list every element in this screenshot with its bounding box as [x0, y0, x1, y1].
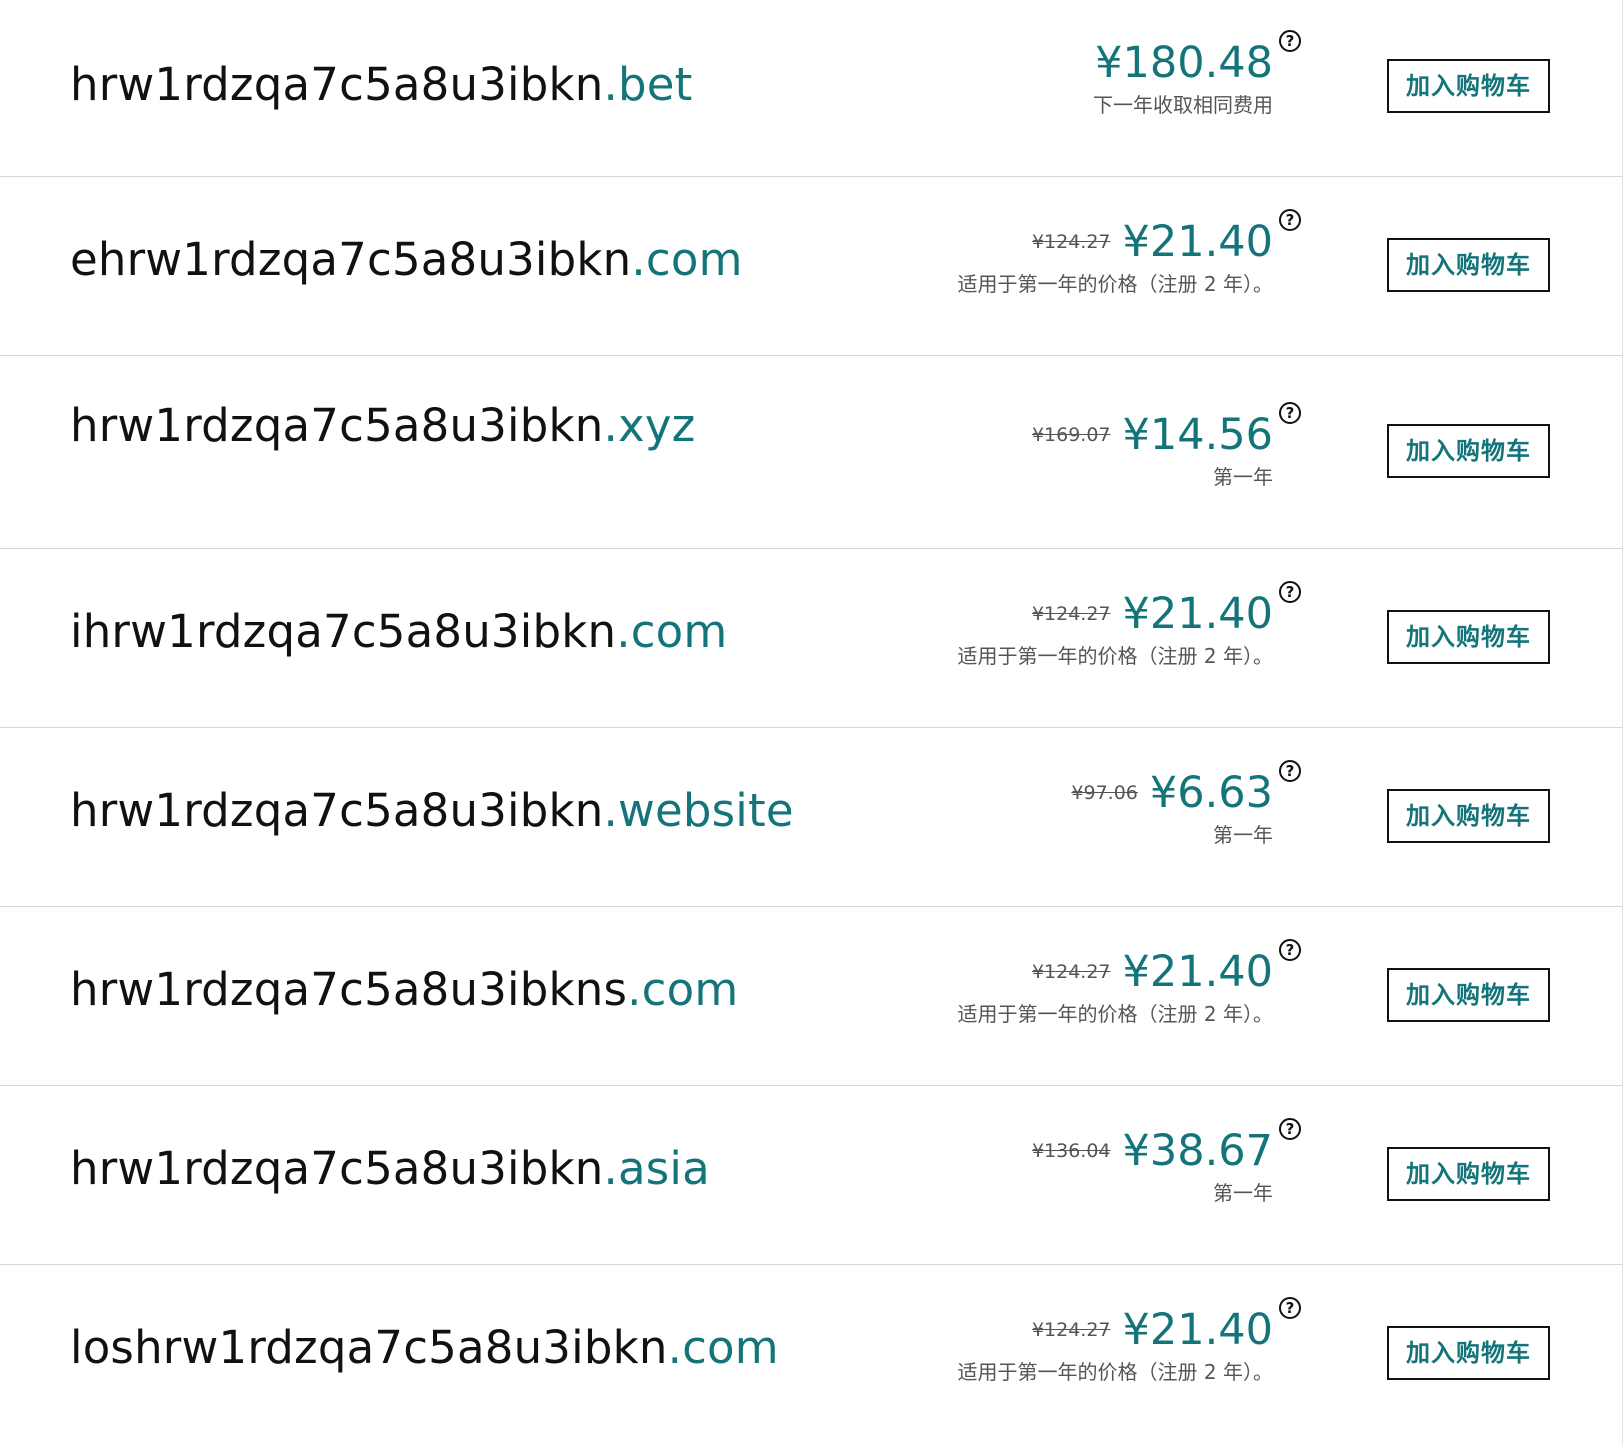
- price-note: 下一年收取相同费用: [1093, 93, 1273, 117]
- price-line: ¥124.27 ¥21.40: [1032, 593, 1273, 636]
- current-price: ¥6.63: [1149, 768, 1273, 818]
- current-price: ¥38.67: [1122, 1126, 1273, 1176]
- price-block: ¥124.27 ¥21.40 ? 适用于第一年的价格（注册 2 年）。: [673, 1297, 1301, 1384]
- domain-result-row: hrw1rdzqa7c5a8u3ibkns.com ¥124.27 ¥21.40 …: [0, 907, 1623, 1086]
- add-to-cart-button[interactable]: 加入购物车: [1387, 610, 1550, 664]
- domain-label: ihrw1rdzqa7c5a8u3ibkn: [70, 605, 617, 658]
- price-line: ¥97.06 ¥6.63: [1071, 772, 1273, 815]
- help-icon[interactable]: ?: [1279, 30, 1301, 52]
- domain-name[interactable]: hrw1rdzqa7c5a8u3ibkn.xyz: [70, 403, 696, 448]
- price-block: ¥124.27 ¥21.40 ? 适用于第一年的价格（注册 2 年）。: [673, 939, 1301, 1026]
- original-price: ¥97.06: [1071, 782, 1138, 804]
- domain-result-row: hrw1rdzqa7c5a8u3ibkn.website ¥97.06 ¥6.63…: [0, 728, 1623, 907]
- help-icon[interactable]: ?: [1279, 760, 1301, 782]
- domain-result-row: loshrw1rdzqa7c5a8u3ibkn.com ¥124.27 ¥21.4…: [0, 1265, 1623, 1445]
- price-line: ¥124.27 ¥21.40: [1032, 221, 1273, 264]
- domain-label: hrw1rdzqa7c5a8u3ibkn: [70, 1142, 604, 1195]
- domain-name[interactable]: hrw1rdzqa7c5a8u3ibkn.bet: [70, 62, 693, 107]
- domain-label: hrw1rdzqa7c5a8u3ibkn: [70, 784, 604, 837]
- price-block: ¥124.27 ¥21.40 ? 适用于第一年的价格（注册 2 年）。: [673, 581, 1301, 668]
- current-price: ¥21.40: [1122, 947, 1273, 997]
- domain-label: hrw1rdzqa7c5a8u3ibkns: [70, 963, 628, 1016]
- domain-label: loshrw1rdzqa7c5a8u3ibkn: [70, 1321, 668, 1374]
- price-block: ¥136.04 ¥38.67 ? 第一年: [673, 1118, 1301, 1205]
- add-to-cart-button[interactable]: 加入购物车: [1387, 59, 1550, 113]
- price-note: 适用于第一年的价格（注册 2 年）。: [957, 272, 1273, 296]
- price-note: 第一年: [1213, 1181, 1273, 1205]
- domain-label: hrw1rdzqa7c5a8u3ibkn: [70, 58, 604, 111]
- help-icon[interactable]: ?: [1279, 581, 1301, 603]
- add-to-cart-button[interactable]: 加入购物车: [1387, 789, 1550, 843]
- add-to-cart-button[interactable]: 加入购物车: [1387, 424, 1550, 478]
- domain-result-row: hrw1rdzqa7c5a8u3ibkn.bet ¥180.48 ? 下一年收取…: [0, 0, 1623, 177]
- original-price: ¥124.27: [1031, 231, 1111, 253]
- price-note: 适用于第一年的价格（注册 2 年）。: [957, 1360, 1273, 1384]
- price-block: ¥97.06 ¥6.63 ? 第一年: [673, 760, 1301, 847]
- current-price: ¥21.40: [1122, 589, 1273, 639]
- original-price: ¥124.27: [1031, 603, 1111, 625]
- price-block: ¥169.07 ¥14.56 ? 第一年: [673, 402, 1301, 489]
- price-line: ¥169.07 ¥14.56: [1032, 414, 1273, 457]
- price-line: ¥124.27 ¥21.40: [1032, 951, 1273, 994]
- domain-name[interactable]: ehrw1rdzqa7c5a8u3ibkn.com: [70, 237, 743, 282]
- price-line: ¥124.27 ¥21.40: [1032, 1309, 1273, 1352]
- original-price: ¥124.27: [1031, 961, 1111, 983]
- price-note: 适用于第一年的价格（注册 2 年）。: [957, 644, 1273, 668]
- current-price: ¥21.40: [1122, 1305, 1273, 1355]
- add-to-cart-button[interactable]: 加入购物车: [1387, 238, 1550, 292]
- help-icon[interactable]: ?: [1279, 1118, 1301, 1140]
- domain-name[interactable]: ihrw1rdzqa7c5a8u3ibkn.com: [70, 609, 727, 654]
- domain-result-row: ehrw1rdzqa7c5a8u3ibkn.com ¥124.27 ¥21.40 …: [0, 177, 1623, 356]
- current-price: ¥14.56: [1122, 410, 1273, 460]
- domain-label: hrw1rdzqa7c5a8u3ibkn: [70, 399, 604, 452]
- help-icon[interactable]: ?: [1279, 939, 1301, 961]
- domain-name[interactable]: hrw1rdzqa7c5a8u3ibkns.com: [70, 967, 738, 1012]
- original-price: ¥124.27: [1031, 1319, 1111, 1341]
- current-price: ¥180.48: [1095, 38, 1273, 88]
- price-line: ¥136.04 ¥38.67: [1032, 1130, 1273, 1173]
- original-price: ¥169.07: [1031, 424, 1111, 446]
- add-to-cart-button[interactable]: 加入购物车: [1387, 1326, 1550, 1380]
- domain-result-row: ihrw1rdzqa7c5a8u3ibkn.com ¥124.27 ¥21.40 …: [0, 549, 1623, 728]
- add-to-cart-button[interactable]: 加入购物车: [1387, 1147, 1550, 1201]
- price-note: 适用于第一年的价格（注册 2 年）。: [957, 1002, 1273, 1026]
- domain-name[interactable]: hrw1rdzqa7c5a8u3ibkn.asia: [70, 1146, 710, 1191]
- original-price: ¥136.04: [1031, 1140, 1111, 1162]
- domain-label: ehrw1rdzqa7c5a8u3ibkn: [70, 233, 632, 286]
- price-note: 第一年: [1213, 823, 1273, 847]
- price-note: 第一年: [1213, 465, 1273, 489]
- price-block: ¥180.48 ? 下一年收取相同费用: [673, 30, 1301, 117]
- help-icon[interactable]: ?: [1279, 1297, 1301, 1319]
- price-line: ¥180.48: [1095, 42, 1273, 85]
- domain-result-row: hrw1rdzqa7c5a8u3ibkn.xyz ¥169.07 ¥14.56 ?…: [0, 356, 1623, 549]
- price-block: ¥124.27 ¥21.40 ? 适用于第一年的价格（注册 2 年）。: [673, 209, 1301, 296]
- help-icon[interactable]: ?: [1279, 209, 1301, 231]
- help-icon[interactable]: ?: [1279, 402, 1301, 424]
- domain-result-row: hrw1rdzqa7c5a8u3ibkn.asia ¥136.04 ¥38.67 …: [0, 1086, 1623, 1265]
- current-price: ¥21.40: [1122, 217, 1273, 267]
- add-to-cart-button[interactable]: 加入购物车: [1387, 968, 1550, 1022]
